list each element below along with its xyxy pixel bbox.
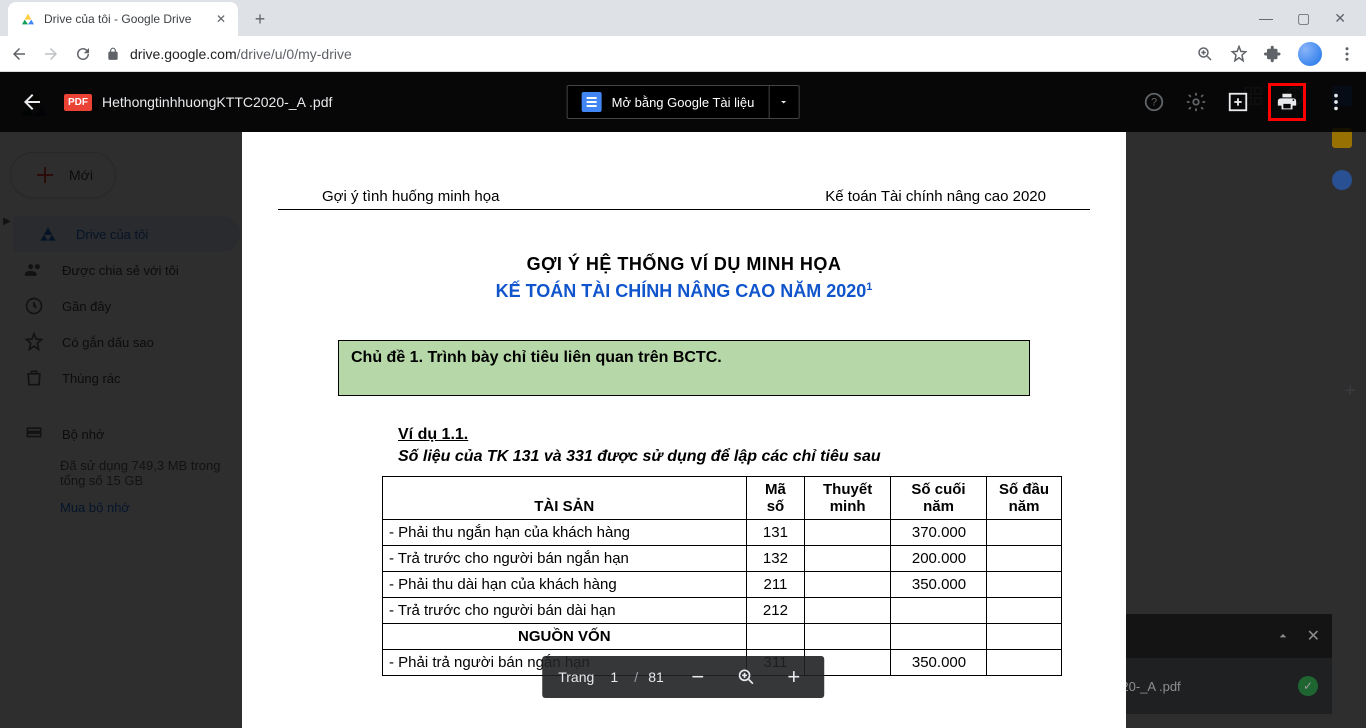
browser-tab[interactable]: Drive của tôi - Google Drive ✕ <box>8 2 238 36</box>
toast-close-icon[interactable]: ✕ <box>1307 626 1320 646</box>
close-window-button[interactable]: ✕ <box>1334 10 1346 27</box>
sidebar-item-my-drive[interactable]: Drive của tôi <box>14 216 240 252</box>
doc-subtitle: KẾ TOÁN TÀI CHÍNH NÂNG CAO NĂM 20201 <box>242 281 1126 302</box>
minimize-button[interactable]: — <box>1259 10 1273 26</box>
people-icon <box>24 260 44 280</box>
data-table: TÀI SẢN Mã số Thuyết minh Số cuối năm Số… <box>382 476 1062 676</box>
toast-collapse-icon[interactable] <box>1275 628 1291 644</box>
new-button[interactable]: Mới <box>10 152 116 198</box>
doc-header-left: Gợi ý tình huống minh họa <box>322 188 499 205</box>
table-row: - Trả trước cho người bán ngắn hạn132200… <box>383 546 1062 572</box>
pdf-badge: PDF <box>64 94 92 111</box>
url-host: drive.google.com <box>130 46 237 62</box>
svg-text:?: ? <box>1151 97 1157 109</box>
zoom-in-button[interactable]: + <box>780 663 808 691</box>
clock-icon <box>24 296 44 316</box>
viewer-filename: HethongtinhhuongKTTC2020-_A .pdf <box>102 94 332 110</box>
page-toolbar: Trang 1 / 81 − + <box>542 656 824 698</box>
sidebar-item-trash[interactable]: Thùng rác <box>0 360 250 396</box>
drive-folder-icon <box>38 224 58 244</box>
table-section-row: NGUỒN VỐN <box>383 624 1062 650</box>
tab-title: Drive của tôi - Google Drive <box>44 12 191 26</box>
maximize-button[interactable]: ▢ <box>1297 10 1310 27</box>
address-field[interactable]: drive.google.com/drive/u/0/my-drive <box>106 46 1182 62</box>
check-icon: ✓ <box>1298 676 1318 696</box>
print-button-highlight <box>1268 83 1306 121</box>
table-row: - Trả trước cho người bán dài hạn212 <box>383 598 1062 624</box>
table-row: - Phải thu ngắn hạn của khách hàng131370… <box>383 520 1062 546</box>
doc-header-right: Kế toán Tài chính nâng cao 2020 <box>825 188 1046 205</box>
trash-icon <box>24 368 44 388</box>
drive-sidebar: Mới ▶ Drive của tôi Được chia sẻ với tôi… <box>0 136 250 525</box>
chrome-menu-icon[interactable] <box>1338 45 1356 63</box>
drive-icon <box>20 11 36 27</box>
plus-icon <box>33 163 57 187</box>
settings-icon[interactable] <box>1184 90 1208 114</box>
more-actions-icon[interactable] <box>1324 90 1348 114</box>
th-end: Số cuối năm <box>890 477 986 520</box>
viewer-back-button[interactable] <box>18 88 46 116</box>
forward-button[interactable] <box>42 45 60 63</box>
print-button[interactable] <box>1275 90 1299 114</box>
page-sep: / <box>634 669 638 685</box>
sidebar-item-label: Drive của tôi <box>76 227 148 242</box>
tab-close-icon[interactable]: ✕ <box>216 12 226 26</box>
bookmark-icon[interactable] <box>1230 45 1248 63</box>
chrome-tab-bar: Drive của tôi - Google Drive ✕ + <box>0 0 1366 36</box>
addon-plus-icon[interactable]: + <box>1344 380 1356 403</box>
th-asset: TÀI SẢN <box>383 477 747 520</box>
storage-icon <box>24 424 44 444</box>
document-page[interactable]: Gợi ý tình huống minh họa Kế toán Tài ch… <box>242 132 1126 728</box>
window-controls: — ▢ ✕ <box>1259 0 1366 36</box>
extensions-icon[interactable] <box>1264 45 1282 63</box>
reload-button[interactable] <box>74 45 92 63</box>
sidebar-item-starred[interactable]: Có gắn dấu sao <box>0 324 250 360</box>
open-with-dropdown[interactable] <box>768 85 798 119</box>
buy-storage-link[interactable]: Mua bộ nhớ <box>0 490 250 515</box>
zoom-icon[interactable] <box>1196 45 1214 63</box>
sidebar-item-recent[interactable]: Gần đây <box>0 288 250 324</box>
page-current[interactable]: 1 <box>604 669 624 685</box>
sidebar-item-label: Thùng rác <box>62 371 121 386</box>
sidebar-item-label: Bộ nhớ <box>62 427 105 442</box>
page-label: Trang <box>558 669 594 685</box>
open-with-button: Mở bằng Google Tài liệu <box>567 85 800 119</box>
open-with-main[interactable]: Mở bằng Google Tài liệu <box>568 92 769 112</box>
chevron-right-icon[interactable]: ▶ <box>0 216 14 252</box>
zoom-out-button[interactable]: − <box>684 663 712 691</box>
lock-icon <box>106 47 120 61</box>
page-total: 81 <box>648 669 664 685</box>
storage-usage-text: Đã sử dụng 749,3 MB trong tổng số 15 GB <box>0 452 250 490</box>
example-label: Ví dụ 1.1. <box>398 426 1126 444</box>
url-path: /drive/u/0/my-drive <box>237 46 352 62</box>
google-docs-icon <box>582 92 602 112</box>
th-note: Thuyết minh <box>805 477 891 520</box>
example-subtitle: Số liệu của TK 131 và 331 được sử dụng đ… <box>398 448 1126 466</box>
doc-main-title: GỢI Ý HỆ THỐNG VÍ DỤ MINH HỌA <box>242 254 1126 275</box>
th-code: Mã số <box>746 477 805 520</box>
tasks-icon[interactable] <box>1332 170 1352 190</box>
add-to-drive-icon[interactable] <box>1226 90 1250 114</box>
topic-box: Chủ đề 1. Trình bày chỉ tiêu liên quan t… <box>338 340 1030 396</box>
profile-avatar[interactable] <box>1298 42 1322 66</box>
sidebar-item-storage[interactable]: Bộ nhớ <box>0 416 250 452</box>
sidebar-item-label: Được chia sẻ với tôi <box>62 263 179 278</box>
zoom-reset-button[interactable] <box>732 663 760 691</box>
sidebar-item-shared[interactable]: Được chia sẻ với tôi <box>0 252 250 288</box>
back-button[interactable] <box>10 45 28 63</box>
chrome-address-bar: drive.google.com/drive/u/0/my-drive <box>0 36 1366 72</box>
table-row: - Phải thu dài hạn của khách hàng211350.… <box>383 572 1062 598</box>
open-with-label: Mở bằng Google Tài liệu <box>612 95 755 110</box>
th-begin: Số đầu năm <box>987 477 1062 520</box>
star-icon <box>24 332 44 352</box>
sidebar-item-label: Có gắn dấu sao <box>62 335 154 350</box>
new-button-label: Mới <box>69 167 93 183</box>
help-icon[interactable]: ? <box>1142 90 1166 114</box>
sidebar-item-label: Gần đây <box>62 299 111 314</box>
new-tab-button[interactable]: + <box>246 5 274 33</box>
viewer-topbar: PDF HethongtinhhuongKTTC2020-_A .pdf Mở … <box>0 72 1366 132</box>
